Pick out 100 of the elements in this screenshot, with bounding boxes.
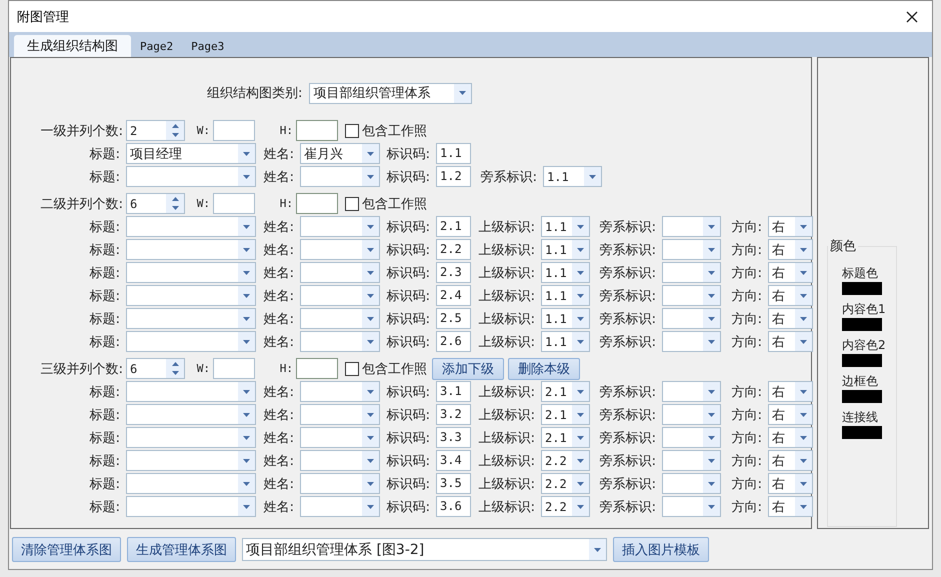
dropdown-field[interactable]: 2.2: [541, 450, 590, 471]
input-field[interactable]: 3.3: [436, 427, 471, 448]
dropdown-field[interactable]: 1.1: [543, 166, 602, 187]
dropdown-field[interactable]: [662, 381, 721, 402]
input-field[interactable]: 2.1: [436, 216, 471, 237]
action-button[interactable]: 生成管理体系图: [127, 537, 236, 562]
dropdown-field[interactable]: [662, 496, 721, 517]
dropdown-field[interactable]: [126, 308, 256, 329]
dropdown-field[interactable]: 右: [768, 473, 813, 494]
dropdown-field[interactable]: 右: [768, 381, 813, 402]
dropdown-field[interactable]: [300, 331, 380, 352]
input-field[interactable]: 3.1: [436, 381, 471, 402]
dropdown-field[interactable]: [126, 216, 256, 237]
action-button[interactable]: 插入图片模板: [613, 537, 709, 562]
action-button[interactable]: 清除管理体系图: [12, 537, 121, 562]
dropdown-field[interactable]: 右: [768, 262, 813, 283]
action-button[interactable]: 删除本级: [508, 358, 580, 380]
dropdown-field[interactable]: [662, 427, 721, 448]
input-field[interactable]: 3.5: [436, 473, 471, 494]
dropdown-field[interactable]: [126, 262, 256, 283]
dropdown-field[interactable]: [300, 450, 380, 471]
dropdown-field[interactable]: [662, 285, 721, 306]
tab[interactable]: 生成组织结构图: [14, 35, 131, 57]
dropdown-field[interactable]: 右: [768, 285, 813, 306]
dropdown-field[interactable]: [126, 473, 256, 494]
dropdown-field[interactable]: 右: [768, 427, 813, 448]
input-field[interactable]: 2.3: [436, 262, 471, 283]
dropdown-field[interactable]: [662, 473, 721, 494]
dropdown-field[interactable]: 右: [768, 404, 813, 425]
dropdown-field[interactable]: 1.1: [541, 285, 590, 306]
dropdown-field[interactable]: 右: [768, 450, 813, 471]
dropdown-field[interactable]: 项目经理: [126, 143, 256, 164]
dropdown-field[interactable]: 崔月兴: [300, 143, 380, 164]
number-spinner[interactable]: 6: [126, 193, 185, 214]
dropdown-field[interactable]: [300, 427, 380, 448]
dropdown-field[interactable]: [126, 381, 256, 402]
dropdown-field[interactable]: [126, 166, 256, 187]
color-swatch[interactable]: [842, 426, 882, 439]
close-icon[interactable]: [906, 10, 918, 22]
dropdown-field[interactable]: [662, 404, 721, 425]
tab[interactable]: Page2: [131, 35, 182, 57]
dropdown-field[interactable]: [300, 262, 380, 283]
dropdown-field[interactable]: [662, 308, 721, 329]
dropdown-field[interactable]: [300, 239, 380, 260]
dropdown-field[interactable]: 项目部组织管理体系: [309, 82, 472, 104]
dropdown-field[interactable]: 1.1: [541, 331, 590, 352]
input-field[interactable]: 3.6: [436, 496, 471, 517]
input-field[interactable]: [296, 120, 338, 141]
dropdown-field[interactable]: [300, 496, 380, 517]
checkbox[interactable]: 包含工作照: [345, 194, 427, 212]
dropdown-field[interactable]: [300, 473, 380, 494]
dropdown-field[interactable]: 右: [768, 308, 813, 329]
dropdown-field[interactable]: [300, 308, 380, 329]
input-field[interactable]: [213, 358, 255, 379]
color-swatch[interactable]: [842, 390, 882, 403]
dropdown-field[interactable]: [300, 285, 380, 306]
color-swatch[interactable]: [842, 318, 882, 331]
dropdown-field[interactable]: [126, 450, 256, 471]
dropdown-field[interactable]: 2.1: [541, 381, 590, 402]
dropdown-field[interactable]: 2.1: [541, 427, 590, 448]
dropdown-field[interactable]: [662, 216, 721, 237]
dropdown-field[interactable]: [126, 427, 256, 448]
input-field[interactable]: [296, 193, 338, 214]
color-swatch[interactable]: [842, 354, 882, 367]
dropdown-field[interactable]: 右: [768, 239, 813, 260]
number-spinner[interactable]: 2: [126, 120, 185, 141]
input-field[interactable]: 1.2: [436, 166, 471, 187]
dropdown-field[interactable]: 2.2: [541, 473, 590, 494]
dropdown-field[interactable]: [300, 166, 380, 187]
dropdown-field[interactable]: [662, 262, 721, 283]
checkbox[interactable]: 包含工作照: [345, 122, 427, 140]
dropdown-field[interactable]: 1.1: [541, 262, 590, 283]
dropdown-field[interactable]: [300, 216, 380, 237]
dropdown-field[interactable]: 1.1: [541, 308, 590, 329]
input-field[interactable]: 2.4: [436, 285, 471, 306]
dropdown-field[interactable]: 2.1: [541, 404, 590, 425]
tab[interactable]: Page3: [182, 35, 234, 57]
input-field[interactable]: 2.2: [436, 239, 471, 260]
action-button[interactable]: 添加下级: [432, 358, 504, 380]
dropdown-field[interactable]: 1.1: [541, 239, 590, 260]
input-field[interactable]: [213, 193, 255, 214]
dropdown-field[interactable]: [126, 404, 256, 425]
dropdown-field[interactable]: [300, 404, 380, 425]
dropdown-field[interactable]: 右: [768, 216, 813, 237]
input-field[interactable]: 2.6: [436, 331, 471, 352]
dropdown-field[interactable]: [662, 450, 721, 471]
input-field[interactable]: [213, 120, 255, 141]
dropdown-field[interactable]: 右: [768, 496, 813, 517]
dropdown-field[interactable]: 项目部组织管理体系 [图3-2]: [242, 538, 607, 561]
dropdown-field[interactable]: [662, 331, 721, 352]
number-spinner[interactable]: 6: [126, 358, 185, 379]
dropdown-field[interactable]: [300, 381, 380, 402]
input-field[interactable]: 3.2: [436, 404, 471, 425]
dropdown-field[interactable]: [126, 239, 256, 260]
dropdown-field[interactable]: [126, 496, 256, 517]
color-swatch[interactable]: [842, 282, 882, 295]
dropdown-field[interactable]: [126, 285, 256, 306]
input-field[interactable]: 2.5: [436, 308, 471, 329]
input-field[interactable]: [296, 358, 338, 379]
dropdown-field[interactable]: 1.1: [541, 216, 590, 237]
